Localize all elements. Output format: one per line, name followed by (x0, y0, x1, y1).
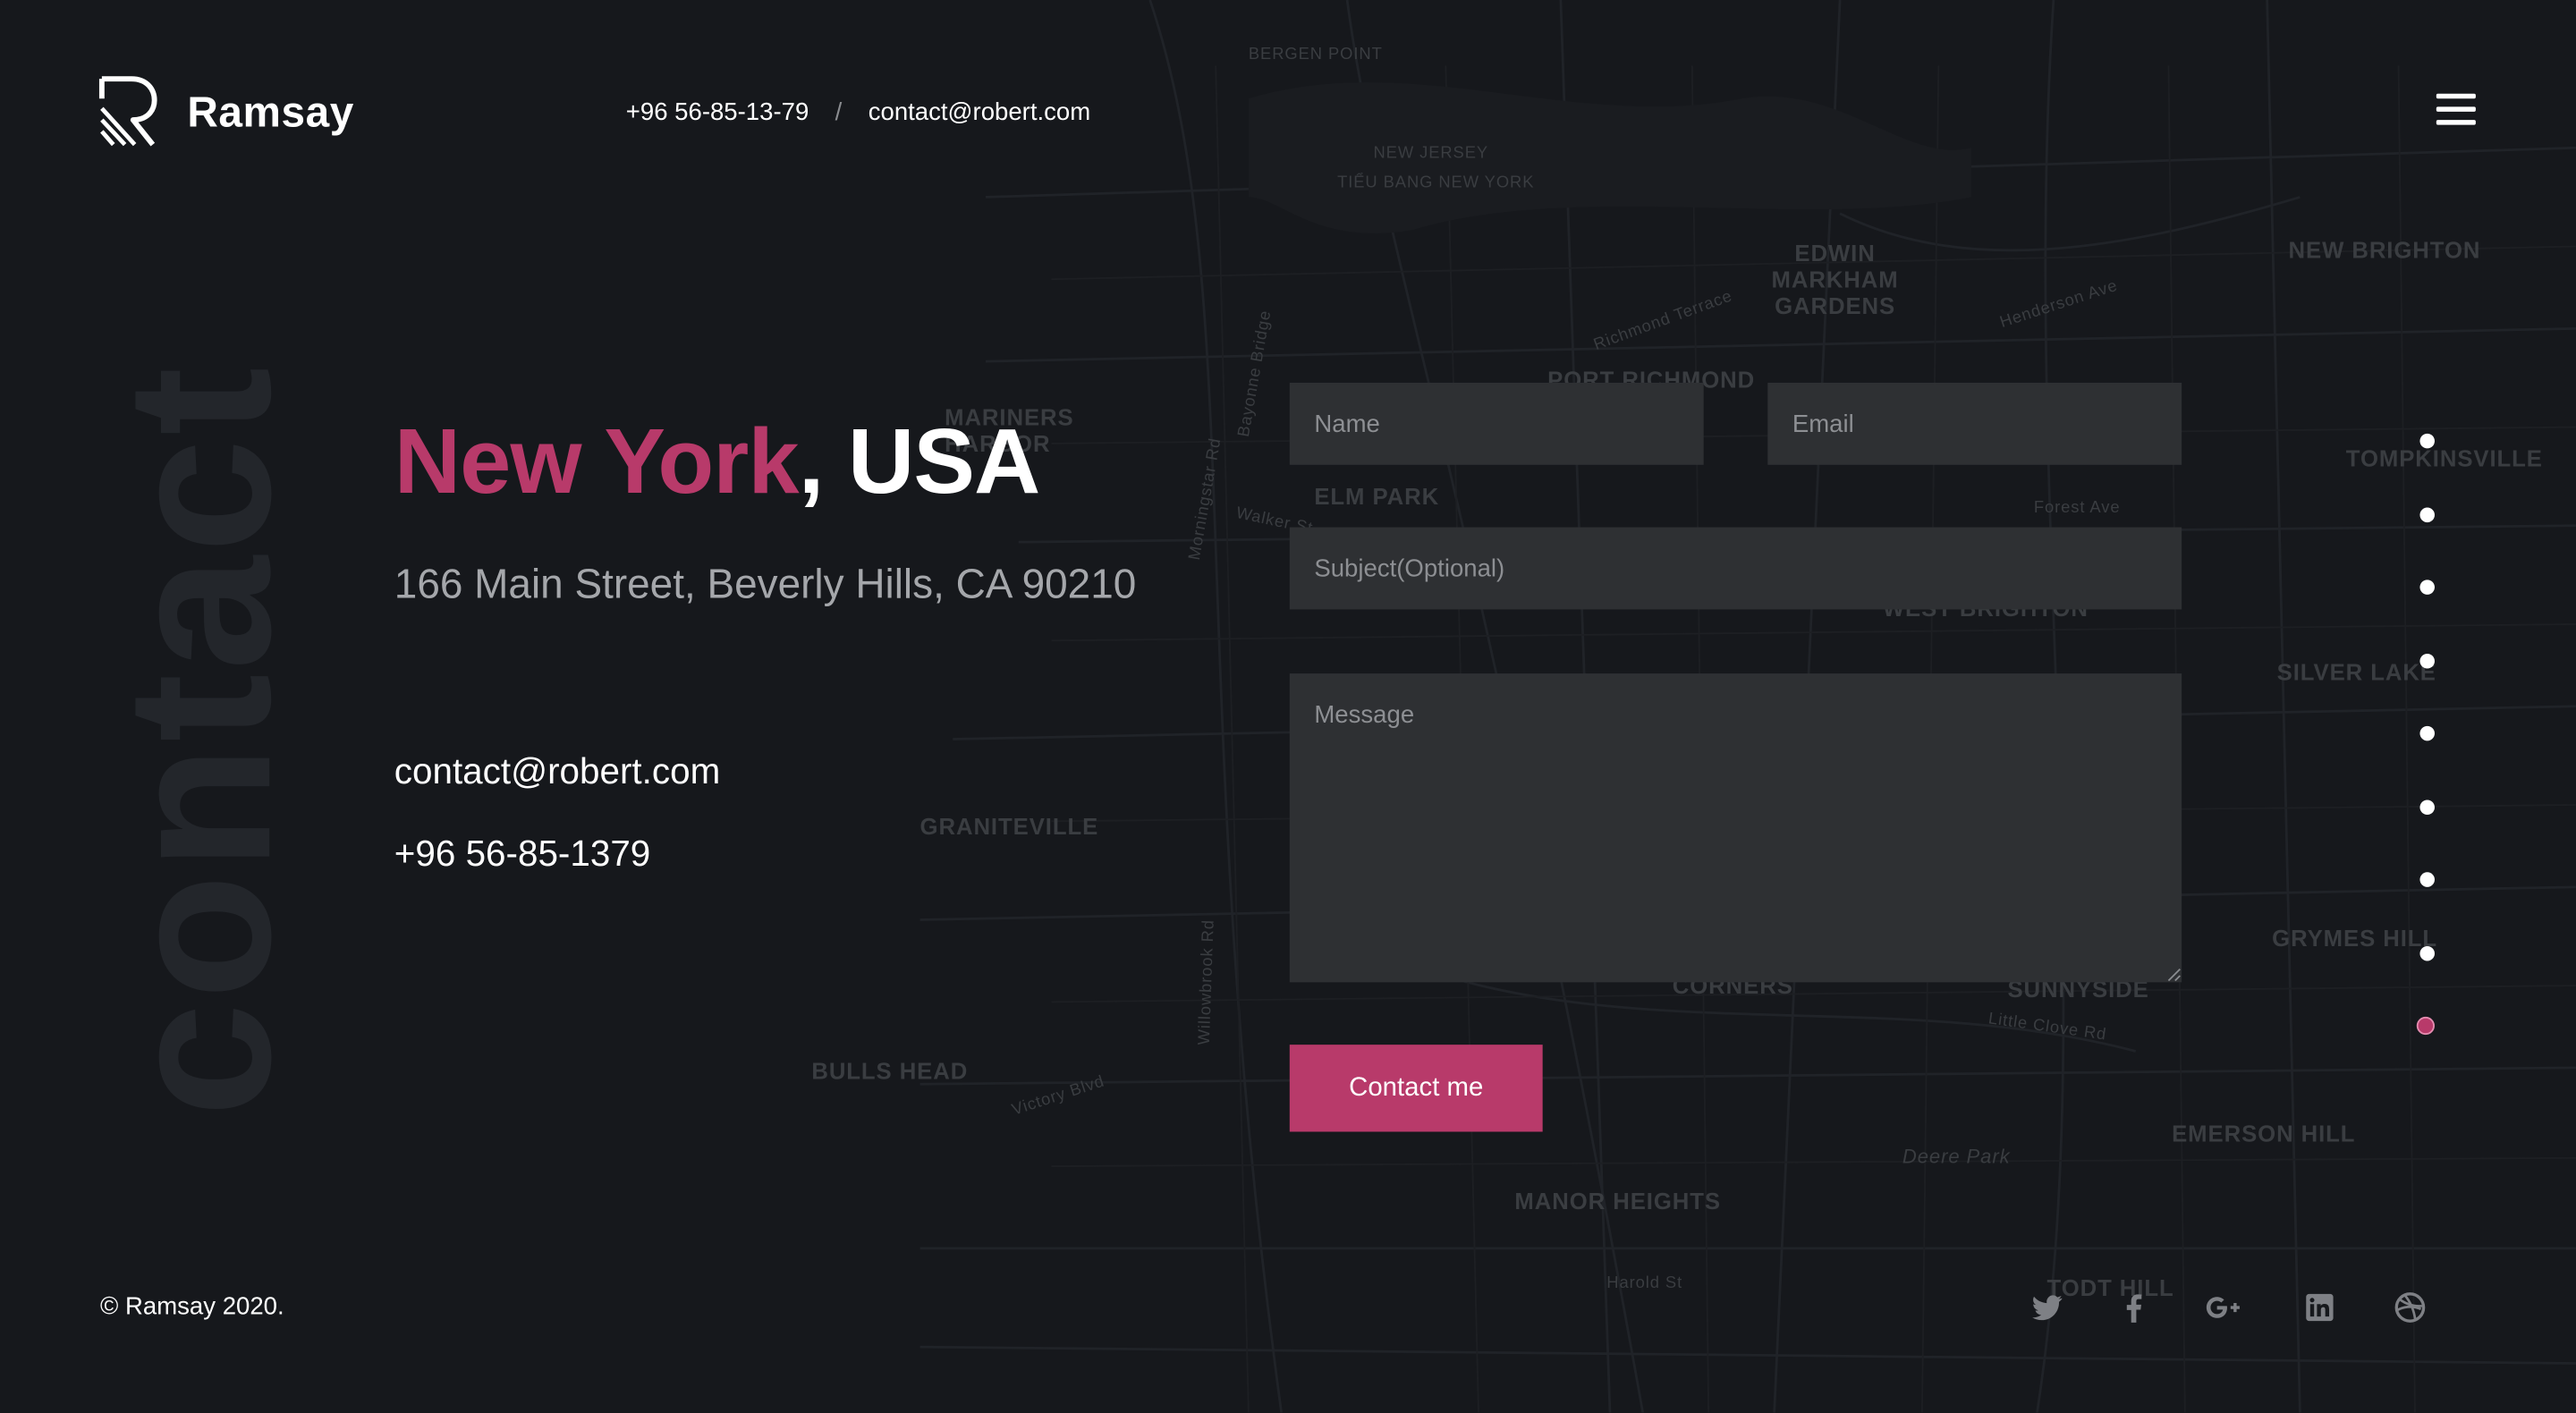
menu-bar-icon (2436, 93, 2476, 99)
city-heading: New York, USA (394, 408, 1041, 514)
contact-phone[interactable]: +96 56-85-1379 (394, 833, 650, 876)
map-label: Harold St (1606, 1274, 1683, 1293)
contact-page: BERGEN POINT NEW JERSEY TIỂU BANG NEW YO… (0, 0, 2576, 1413)
facebook-icon[interactable] (2116, 1290, 2152, 1325)
logo-mark-icon (98, 76, 157, 147)
map-label: NEW JERSEY (1373, 144, 1489, 163)
contact-watermark: contact (85, 363, 314, 1117)
pager-dot[interactable] (2419, 725, 2435, 741)
subject-field[interactable] (1289, 527, 2182, 610)
header-phone[interactable]: +96 56-85-13-79 (626, 98, 809, 126)
menu-bar-icon (2436, 106, 2476, 112)
address: 166 Main Street, Beverly Hills, CA 90210 (394, 562, 1137, 608)
contact-email[interactable]: contact@robert.com (394, 750, 720, 793)
logo[interactable]: Ramsay (98, 75, 354, 148)
brand-name: Ramsay (187, 86, 354, 136)
pager-dot[interactable] (2419, 872, 2435, 887)
map-background (0, 0, 2576, 1413)
pager-dot-active[interactable] (2416, 1016, 2435, 1036)
map-label: NEW BRIGHTON (2288, 236, 2481, 263)
pager-dot[interactable] (2419, 945, 2435, 960)
header-email[interactable]: contact@robert.com (869, 98, 1090, 126)
map-label: BULLS HEAD (811, 1057, 969, 1085)
google-plus-icon[interactable] (2205, 1290, 2241, 1325)
map-label: TOMPKINSVILLE (2345, 444, 2543, 472)
map-label: GRANITEVILLE (919, 813, 1099, 840)
message-field[interactable] (1289, 673, 2182, 983)
resize-handle-icon[interactable] (2165, 966, 2182, 982)
pager-dot[interactable] (2419, 433, 2435, 449)
map-label: MANOR HEIGHTS (1514, 1187, 1721, 1214)
contact-me-button[interactable]: Contact me (1289, 1045, 1543, 1132)
pager-dot[interactable] (2419, 580, 2435, 595)
map-label: Forest Ave (2033, 499, 2121, 518)
city-name: New York (394, 409, 800, 513)
header-contact: +96 56-85-13-79 / contact@robert.com (626, 98, 1090, 126)
email-field[interactable] (1767, 382, 2182, 465)
dribbble-icon[interactable] (2392, 1290, 2428, 1325)
country-name: , USA (798, 409, 1041, 513)
copyright: © Ramsay 2020. (100, 1292, 284, 1321)
twitter-icon[interactable] (2029, 1290, 2064, 1325)
map-label: ELM PARK (1314, 482, 1440, 510)
map-label: EDWIN MARKHAM GARDENS (1771, 240, 1899, 319)
menu-button[interactable] (2436, 93, 2476, 130)
map-label: GRYMES HILL (2272, 925, 2438, 952)
header-separator: / (835, 98, 843, 127)
name-field[interactable] (1289, 382, 1704, 465)
linkedin-icon[interactable] (2301, 1290, 2337, 1325)
menu-bar-icon (2436, 120, 2476, 125)
map-label: SILVER LAKE (2276, 658, 2436, 685)
pager-dot[interactable] (2419, 799, 2435, 815)
map-label: EMERSON HILL (2172, 1120, 2356, 1147)
pager-dot[interactable] (2419, 506, 2435, 522)
map-label: BERGEN POINT (1248, 46, 1383, 64)
map-label: Deere Park (1902, 1145, 2011, 1168)
pager-dot[interactable] (2419, 653, 2435, 668)
map-label: TIỂU BANG NEW YORK (1337, 173, 1535, 192)
map-label: TODT HILL (2046, 1274, 2174, 1301)
